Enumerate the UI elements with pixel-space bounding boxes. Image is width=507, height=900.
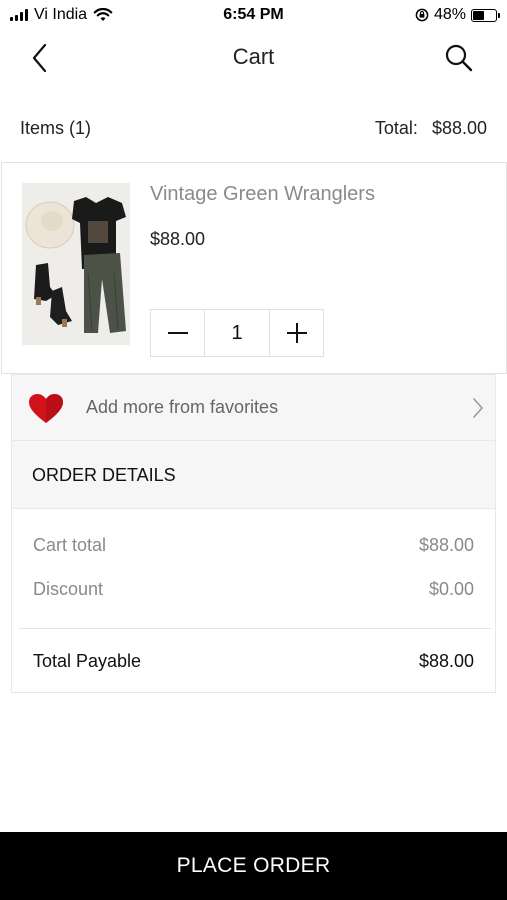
page-title: Cart xyxy=(232,44,275,69)
search-button[interactable] xyxy=(441,40,477,76)
status-left: Vi India xyxy=(10,6,113,24)
product-photo xyxy=(22,183,130,345)
decrease-quantity-button[interactable] xyxy=(151,310,204,356)
discount-value: $0.00 xyxy=(428,579,474,599)
battery-icon xyxy=(471,8,500,22)
discount-label: Discount xyxy=(33,579,104,599)
product-image[interactable] xyxy=(22,183,130,345)
place-order-button[interactable]: PLACE ORDER xyxy=(0,832,507,900)
cart-total-label: Cart total xyxy=(33,535,107,555)
cart-total: Total: $88.00 xyxy=(375,118,487,139)
total-payable-row: Total Payable $88.00 xyxy=(33,651,474,672)
discount-row: Discount $0.00 xyxy=(33,579,474,600)
favorites-label: Add more from favorites xyxy=(86,397,279,417)
orientation-lock-icon xyxy=(415,8,429,22)
order-details-title: ORDER DETAILS xyxy=(32,465,176,485)
product-price: $88.00 xyxy=(150,229,206,249)
cart-summary: Items (1) Total: $88.00 xyxy=(20,114,487,142)
order-details-header: ORDER DETAILS xyxy=(11,441,496,509)
total-payable-value: $88.00 xyxy=(418,651,474,671)
order-details: Cart total $88.00 Discount $0.00 Total P… xyxy=(11,509,496,693)
items-count: Items (1) xyxy=(20,117,92,138)
search-icon xyxy=(445,44,473,72)
increase-quantity-button[interactable] xyxy=(270,310,323,356)
total-label: Total: xyxy=(374,117,418,138)
place-order-label: PLACE ORDER xyxy=(176,854,331,877)
minus-icon xyxy=(167,332,188,334)
cart-total-value: $88.00 xyxy=(418,535,474,555)
carrier-label: Vi India xyxy=(34,6,88,23)
total-payable-label: Total Payable xyxy=(33,651,142,671)
cart-item: Vintage Green Wranglers $88.00 1 xyxy=(1,162,507,374)
plus-icon xyxy=(286,323,307,343)
status-right: 48% xyxy=(415,6,500,24)
chevron-right-icon xyxy=(473,398,483,418)
total-value: $88.00 xyxy=(431,117,487,138)
wifi-icon xyxy=(93,8,113,21)
product-name[interactable]: Vintage Green Wranglers xyxy=(150,183,375,206)
app-header: Cart xyxy=(0,30,507,86)
status-bar: Vi India 6:54 PM 48% xyxy=(0,0,507,30)
quantity-value[interactable]: 1 xyxy=(204,310,270,356)
divider xyxy=(19,628,491,629)
cart-total-row: Cart total $88.00 xyxy=(33,535,474,556)
heart-icon xyxy=(29,394,63,423)
battery-percent: 48% xyxy=(433,6,466,23)
signal-icon xyxy=(10,9,28,21)
quantity-stepper: 1 xyxy=(150,309,324,357)
add-from-favorites-button[interactable]: Add more from favorites xyxy=(11,374,496,441)
battery-level xyxy=(473,10,484,20)
